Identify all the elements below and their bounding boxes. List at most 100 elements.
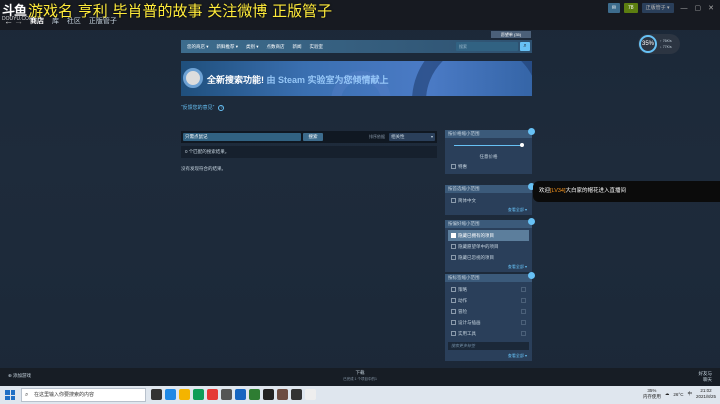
no-results-text: 没有发现符合的结果。 xyxy=(181,166,226,171)
wishlist-button[interactable]: 愿望单 (35) xyxy=(491,31,531,38)
account-menu[interactable]: 正版管子 ▾ xyxy=(641,3,674,13)
panel-header[interactable]: 按偏好缩小范围 xyxy=(445,218,535,228)
sort-label: 排序依据 xyxy=(369,134,385,139)
wallet-badge[interactable]: 78 xyxy=(624,3,638,13)
app-icon[interactable] xyxy=(207,389,218,400)
downloads-status[interactable]: 下载 已完成 1 个项目中的1 xyxy=(340,370,380,382)
chrome-icon[interactable] xyxy=(193,389,204,400)
clock[interactable]: 21:02 2021/8/25 xyxy=(696,388,716,400)
checkbox[interactable] xyxy=(451,320,456,325)
exclude-box[interactable] xyxy=(521,331,526,336)
checkbox[interactable] xyxy=(451,255,456,260)
app-icon[interactable] xyxy=(235,389,246,400)
filter-row-tag[interactable]: 动作 xyxy=(448,295,529,306)
help-icon[interactable]: ? xyxy=(218,105,225,111)
search-icon[interactable]: ⌕ xyxy=(520,42,530,51)
close-icon[interactable]: ✕ xyxy=(708,4,714,12)
feedback-label[interactable]: “反馈您的意见” xyxy=(181,105,214,111)
checkbox[interactable] xyxy=(451,298,456,303)
store-nav-categories[interactable]: 类别 ▾ xyxy=(246,44,259,50)
steam-icon[interactable] xyxy=(263,389,274,400)
checkbox[interactable] xyxy=(451,244,456,249)
back-arrow-icon[interactable]: ← xyxy=(4,16,13,26)
filter-row-hide-wishlist[interactable]: 隐藏愿望单中的项目 xyxy=(448,241,529,252)
panel-header[interactable]: 按价格缩小范围 xyxy=(445,128,535,138)
sort-select[interactable]: 相关性 ▾ xyxy=(389,133,435,141)
filter-row-tag[interactable]: 实用工具 xyxy=(448,328,529,339)
see-all-link[interactable]: 查看全部 ▾ xyxy=(448,263,529,270)
row-label: 特惠 xyxy=(458,164,467,169)
filter-row-hide-ignored[interactable]: 隐藏已忽视的项目 xyxy=(448,252,529,263)
store-nav-labs[interactable]: 实验室 xyxy=(310,44,324,50)
checkbox[interactable] xyxy=(451,331,456,336)
checkbox[interactable] xyxy=(451,309,456,314)
sort-value: 相关性 xyxy=(391,134,405,139)
app-icon[interactable] xyxy=(249,389,260,400)
panel-header[interactable]: 按首选缩小范围 xyxy=(445,183,535,193)
exclude-box[interactable] xyxy=(521,298,526,303)
filter-row-tag[interactable]: 策略 xyxy=(448,284,529,295)
collapse-dot-icon[interactable] xyxy=(528,272,535,279)
store-nav-news[interactable]: 新闻 xyxy=(293,44,302,50)
search-icon: ⌕ xyxy=(25,392,29,398)
filter-row-special[interactable]: 特惠 xyxy=(448,161,529,172)
nav-store[interactable]: 商店 xyxy=(30,18,44,25)
nav-profile[interactable]: 正版管子 xyxy=(89,18,117,25)
app-icon[interactable] xyxy=(291,389,302,400)
exclude-box[interactable] xyxy=(521,287,526,292)
add-game-label: 添加游戏 xyxy=(13,373,32,378)
weather-temp[interactable]: 26°C xyxy=(673,392,683,397)
filter-row-tag[interactable]: 设计与插画 xyxy=(448,317,529,328)
filter-row-hide-owned[interactable]: 隐藏已拥有的项目 xyxy=(448,230,529,241)
row-label: 策略 xyxy=(458,287,467,292)
nav-library[interactable]: 库 xyxy=(52,18,59,25)
store-nav-your-store[interactable]: 您的商店 ▾ xyxy=(187,44,209,50)
checkbox[interactable] xyxy=(451,198,456,203)
checkbox[interactable] xyxy=(451,164,456,169)
checkbox[interactable] xyxy=(451,287,456,292)
exclude-box[interactable] xyxy=(521,320,526,325)
restore-icon[interactable]: ▢ xyxy=(695,4,702,12)
minimize-icon[interactable]: — xyxy=(681,5,688,12)
collapse-dot-icon[interactable] xyxy=(528,218,535,225)
notifications-mail-icon[interactable]: ✉ xyxy=(607,3,621,13)
file-explorer-icon[interactable] xyxy=(179,389,190,400)
edge-icon[interactable] xyxy=(165,389,176,400)
app-icon[interactable] xyxy=(221,389,232,400)
memory-widget[interactable]: 35% 内存使用 xyxy=(643,388,661,400)
tag-search-input[interactable]: 搜索更多标签 xyxy=(448,342,529,350)
nav-community[interactable]: 社区 xyxy=(67,18,81,25)
add-game-button[interactable]: ⊕ 添加游戏 xyxy=(8,373,31,379)
price-slider[interactable] xyxy=(448,140,529,152)
search-button[interactable]: 搜索 xyxy=(303,133,323,141)
app-icon[interactable] xyxy=(277,389,288,400)
store-nav-new[interactable]: 新鲜推荐 ▾ xyxy=(217,44,239,50)
see-all-link[interactable]: 查看全部 ▾ xyxy=(448,206,529,213)
forward-arrow-icon[interactable]: → xyxy=(14,16,23,26)
checkbox-checked[interactable] xyxy=(451,233,456,238)
windows-start-icon[interactable] xyxy=(5,390,15,400)
panel-header[interactable]: 按标签缩小范围 xyxy=(445,272,535,282)
downloads-sub: 已完成 1 个项目中的1 xyxy=(343,377,377,381)
ime-language[interactable]: 中 xyxy=(687,391,692,397)
clock-date: 2021/8/25 xyxy=(695,394,716,399)
see-all-link[interactable]: 查看全部 ▾ xyxy=(448,352,529,359)
store-search-input[interactable]: 搜索 xyxy=(456,42,518,51)
store-nav-points[interactable]: 点数商店 xyxy=(267,44,285,50)
app-icon[interactable] xyxy=(305,389,316,400)
task-view-icon[interactable] xyxy=(151,389,162,400)
filter-row-tag[interactable]: 冒险 xyxy=(448,306,529,317)
exclude-box[interactable] xyxy=(521,309,526,314)
cloud-weather-icon[interactable]: ☁ xyxy=(665,391,670,397)
feedback-link[interactable]: “反馈您的意见”? xyxy=(181,104,225,111)
search-term-input[interactable]: 只需点鼠记 xyxy=(183,133,301,141)
slider-handle[interactable] xyxy=(520,143,524,147)
taskbar-search-input[interactable]: ⌕ 在这里输入你要搜索的内容 xyxy=(21,388,146,402)
chevron-down-icon: ▾ xyxy=(430,134,433,139)
collapse-dot-icon[interactable] xyxy=(528,128,535,135)
friends-chat-button[interactable]: 好友与 聊天 xyxy=(699,371,713,383)
cpu-percent: 35% xyxy=(639,35,657,53)
top-right-controls: ✉ 78 正版管子 ▾ — ▢ ✕ xyxy=(607,3,714,13)
filter-row-schinese[interactable]: 简体中文 xyxy=(448,195,529,206)
row-label: 设计与插画 xyxy=(458,320,481,325)
